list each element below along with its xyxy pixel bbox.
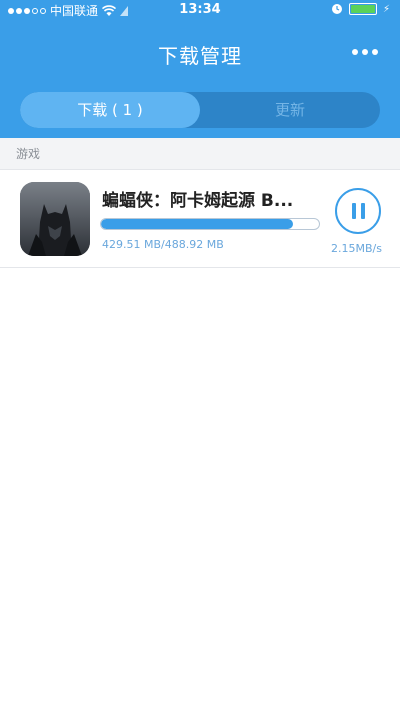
tab-switcher: 下载 ( 1 ) 更新 bbox=[20, 92, 380, 128]
more-button[interactable] bbox=[350, 44, 380, 60]
status-right: ⚡ bbox=[331, 3, 390, 15]
download-progress-fill bbox=[101, 219, 293, 229]
section-header-games: 游戏 bbox=[0, 138, 400, 170]
tab-updates[interactable]: 更新 bbox=[200, 92, 380, 128]
page-title: 下载管理 bbox=[158, 44, 242, 68]
charging-icon: ⚡ bbox=[382, 3, 390, 15]
battery-icon bbox=[348, 3, 377, 15]
tab-downloads[interactable]: 下载 ( 1 ) bbox=[20, 92, 200, 128]
more-icon bbox=[352, 49, 358, 55]
status-bar: 中国联通 13:34 ⚡ bbox=[0, 0, 400, 20]
download-size: 429.51 MB/488.92 MB bbox=[102, 238, 224, 251]
app-name: 蝙蝠侠：阿卡姆起源 B... bbox=[102, 191, 294, 211]
download-speed: 2.15MB/s bbox=[331, 242, 382, 255]
pause-icon bbox=[351, 203, 356, 219]
pause-button[interactable] bbox=[335, 188, 381, 234]
header: 中国联通 13:34 ⚡ 下载管理 下载 (1) 更新 bbox=[0, 0, 400, 138]
app-icon-batman bbox=[20, 182, 90, 256]
download-progress-bar bbox=[100, 218, 320, 230]
alarm-icon bbox=[331, 4, 342, 14]
download-list-item[interactable]: 蝙蝠侠：阿卡姆起源 B... 429.51 MB/488.92 MB 2.15M… bbox=[0, 170, 400, 268]
